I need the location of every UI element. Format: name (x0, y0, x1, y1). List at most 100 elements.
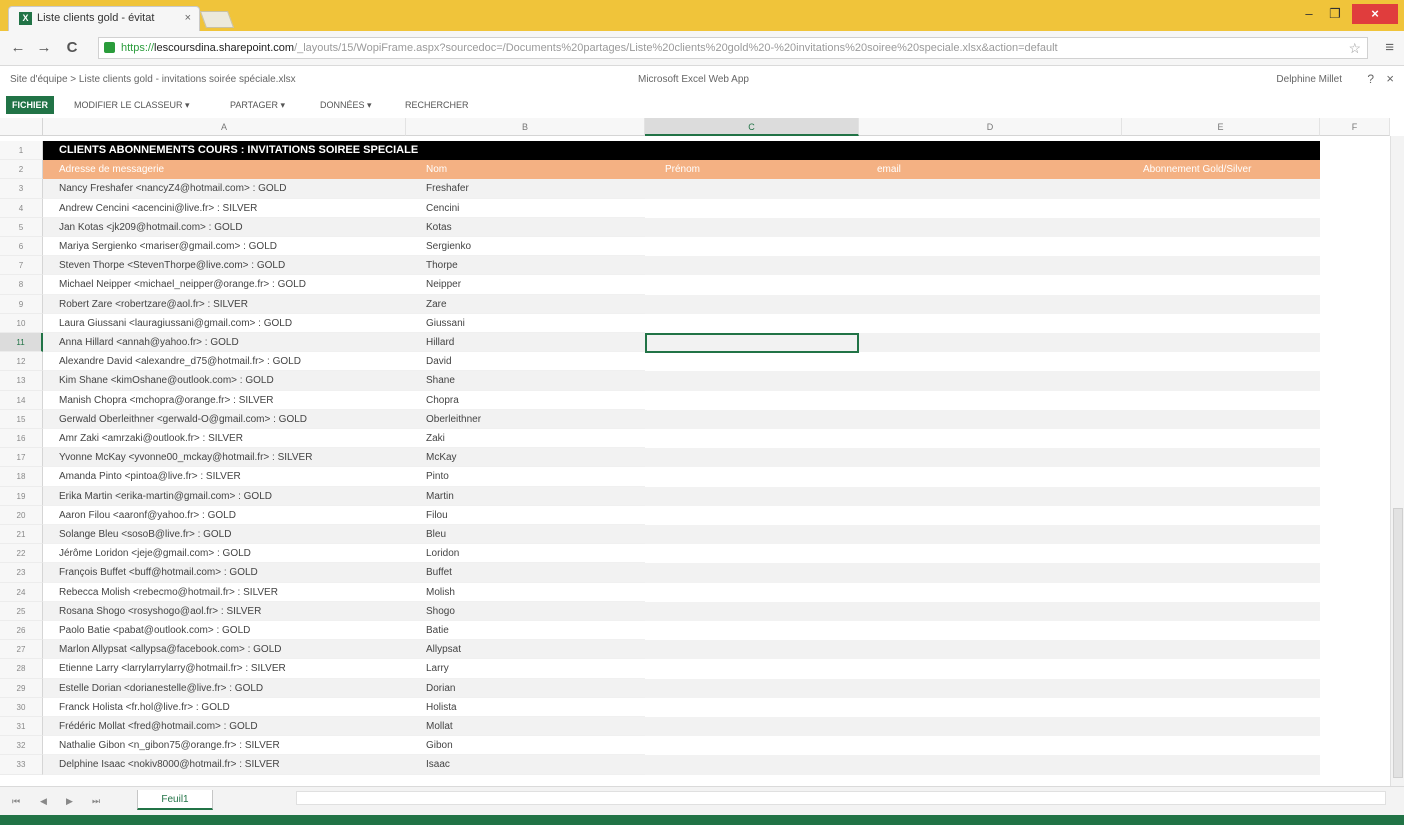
cell-nom[interactable]: Larry (406, 659, 645, 679)
header-email[interactable]: email (877, 160, 901, 179)
app-close-icon[interactable]: × (1386, 71, 1394, 86)
column-header-d[interactable]: D (859, 118, 1122, 136)
cell-nom[interactable]: Zaki (406, 429, 645, 449)
cell-email-address[interactable]: Kim Shane <kimOshane@outlook.com> : GOLD (43, 371, 406, 391)
row-header[interactable]: 13 (0, 371, 43, 391)
scroll-thumb[interactable] (1393, 508, 1403, 778)
column-header-e[interactable]: E (1122, 118, 1320, 136)
row-header[interactable]: 33 (0, 755, 43, 775)
cell-email-address[interactable]: Jérôme Loridon <jeje@gmail.com> : GOLD (43, 544, 406, 564)
cell-nom[interactable]: Batie (406, 621, 645, 641)
row-header[interactable]: 5 (0, 217, 43, 237)
row-header[interactable]: 22 (0, 544, 43, 564)
last-sheet-icon[interactable]: ⏭ (92, 796, 100, 807)
forward-icon[interactable]: → (34, 38, 54, 58)
cell-email-address[interactable]: Rebecca Molish <rebecmo@hotmail.fr> : SI… (43, 583, 406, 602)
cell-email-address[interactable]: Michael Neipper <michael_neipper@orange.… (43, 275, 406, 295)
cell-nom[interactable]: Pinto (406, 467, 645, 487)
cell-nom[interactable]: Holista (406, 698, 645, 717)
cell-nom[interactable]: Loridon (406, 544, 645, 564)
cell-email-address[interactable]: Gerwald Oberleithner <gerwald-O@gmail.co… (43, 410, 406, 429)
prev-sheet-icon[interactable]: ◀ (40, 796, 47, 807)
file-tab[interactable]: FICHIER (6, 96, 54, 114)
bookmark-star-icon[interactable]: ☆ (1348, 38, 1361, 58)
cell-nom[interactable]: David (406, 352, 645, 372)
help-icon[interactable]: ? (1367, 72, 1374, 86)
cell-nom[interactable]: Molish (406, 583, 645, 602)
row-header[interactable]: 10 (0, 313, 43, 333)
row-header[interactable]: 1 (0, 141, 43, 161)
column-header-b[interactable]: B (406, 118, 645, 136)
cell-nom[interactable]: Shogo (406, 602, 645, 621)
row-header[interactable]: 31 (0, 717, 43, 737)
header-email-address[interactable]: Adresse de messagerie (59, 160, 164, 179)
row-header[interactable]: 19 (0, 486, 43, 506)
row-header[interactable]: 21 (0, 525, 43, 545)
row-header[interactable]: 32 (0, 736, 43, 756)
window-close-button[interactable]: × (1352, 4, 1398, 24)
column-header-f[interactable]: F (1320, 118, 1390, 136)
row-header[interactable]: 26 (0, 621, 43, 641)
row-header[interactable]: 2 (0, 160, 43, 180)
tab-partager[interactable]: PARTAGER ▾ (230, 100, 285, 111)
cell-nom[interactable]: Zare (406, 295, 645, 314)
cell-email-address[interactable]: Paolo Batie <pabat@outlook.com> : GOLD (43, 621, 406, 641)
next-sheet-icon[interactable]: ▶ (66, 796, 73, 807)
select-all-corner[interactable] (0, 118, 43, 136)
row-header[interactable]: 14 (0, 390, 43, 410)
row-header[interactable]: 11 (0, 333, 43, 353)
cell-email-address[interactable]: Mariya Sergienko <mariser@gmail.com> : G… (43, 237, 406, 257)
header-nom[interactable]: Nom (426, 160, 447, 179)
back-icon[interactable]: ← (8, 38, 28, 58)
cell-nom[interactable]: Thorpe (406, 256, 645, 276)
maximize-button[interactable]: ❐ (1322, 4, 1348, 24)
spreadsheet-grid[interactable]: A B C D E F 1 CLIENTS ABONNEMENTS COURS … (0, 118, 1404, 786)
cell-nom[interactable]: Chopra (406, 391, 645, 410)
column-header-a[interactable]: A (43, 118, 406, 136)
cell-email-address[interactable]: Amr Zaki <amrzaki@outlook.fr> : SILVER (43, 429, 406, 449)
cell-nom[interactable]: Bleu (406, 525, 645, 545)
active-cell-c11[interactable] (645, 333, 859, 353)
tab-modifier-classeur[interactable]: MODIFIER LE CLASSEUR ▾ (74, 100, 190, 111)
cell-email-address[interactable]: Franck Holista <fr.hol@live.fr> : GOLD (43, 698, 406, 717)
browser-tab[interactable]: X Liste clients gold - évitat × (8, 6, 200, 31)
row-header[interactable]: 15 (0, 409, 43, 429)
sheet-tab-feuil1[interactable]: Feuil1 (137, 790, 213, 810)
row-header[interactable]: 9 (0, 294, 43, 314)
cell-email-address[interactable]: Aaron Filou <aaronf@yahoo.fr> : GOLD (43, 506, 406, 525)
row-header[interactable]: 8 (0, 275, 43, 295)
cell-email-address[interactable]: Laura Giussani <lauragiussani@gmail.com>… (43, 314, 406, 333)
cell-nom[interactable]: Martin (406, 487, 645, 506)
tab-close-icon[interactable]: × (185, 7, 191, 30)
tab-rechercher[interactable]: RECHERCHER (405, 100, 469, 110)
minimize-button[interactable]: – (1296, 4, 1322, 24)
cell-email-address[interactable]: Jan Kotas <jk209@hotmail.com> : GOLD (43, 218, 406, 237)
row-header[interactable]: 23 (0, 563, 43, 583)
cell-nom[interactable]: Filou (406, 506, 645, 525)
cell-nom[interactable]: Freshafer (406, 179, 645, 199)
cell-email-address[interactable]: Nancy Freshafer <nancyZ4@hotmail.com> : … (43, 179, 406, 199)
cell-nom[interactable]: Giussani (406, 314, 645, 333)
cell-email-address[interactable]: Steven Thorpe <StevenThorpe@live.com> : … (43, 256, 406, 276)
row-header[interactable]: 17 (0, 448, 43, 468)
reload-icon[interactable]: C (62, 38, 82, 58)
cell-nom[interactable]: Kotas (406, 218, 645, 237)
cell-nom[interactable]: Gibon (406, 736, 645, 756)
user-name[interactable]: Delphine Millet (1276, 74, 1342, 85)
cell-email-address[interactable]: Andrew Cencini <acencini@live.fr> : SILV… (43, 199, 406, 218)
cell-nom[interactable]: Isaac (406, 755, 645, 775)
cell-nom[interactable]: Shane (406, 371, 645, 391)
cell-nom[interactable]: Sergienko (406, 237, 645, 257)
cell-email-address[interactable]: Etienne Larry <larrylarrylarry@hotmail.f… (43, 659, 406, 679)
cell-email-address[interactable]: Marlon Allypsat <allypsa@facebook.com> :… (43, 640, 406, 660)
browser-menu-icon[interactable]: ≡ (1385, 39, 1394, 56)
row-header[interactable]: 18 (0, 467, 43, 487)
row-header[interactable]: 24 (0, 582, 43, 602)
cell-email-address[interactable]: Estelle Dorian <dorianestelle@live.fr> :… (43, 679, 406, 698)
row-header[interactable]: 30 (0, 697, 43, 717)
cell-email-address[interactable]: Frédéric Mollat <fred@hotmail.com> : GOL… (43, 717, 406, 737)
row-header[interactable]: 27 (0, 640, 43, 660)
cell-email-address[interactable]: Manish Chopra <mchopra@orange.fr> : SILV… (43, 391, 406, 410)
cell-email-address[interactable]: Solange Bleu <sosoB@live.fr> : GOLD (43, 525, 406, 545)
cell-email-address[interactable]: Nathalie Gibon <n_gibon75@orange.fr> : S… (43, 736, 406, 756)
